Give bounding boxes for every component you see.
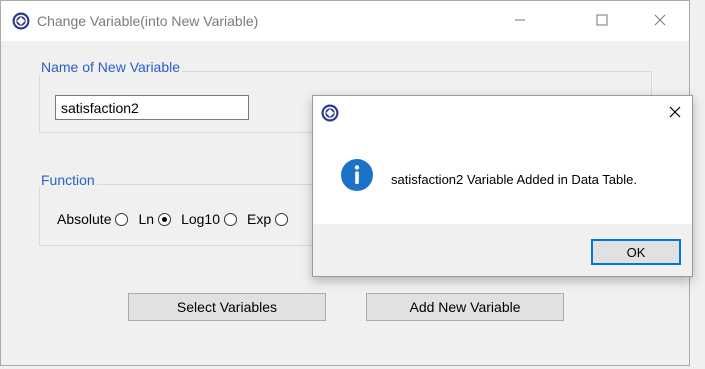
- radio-exp-label: Exp: [247, 211, 272, 227]
- function-radio-row: Absolute Ln Log10 Exp: [57, 211, 298, 227]
- title-bar: Change Variable(into New Variable): [1, 1, 689, 41]
- info-icon: [340, 158, 374, 192]
- select-variables-button[interactable]: Select Variables: [128, 293, 326, 321]
- maximize-button[interactable]: [573, 1, 631, 41]
- radio-exp-circle[interactable]: [275, 212, 289, 226]
- app-icon: [321, 104, 339, 122]
- window-title: Change Variable(into New Variable): [37, 13, 259, 29]
- radio-absolute[interactable]: Absolute: [57, 211, 129, 227]
- minimize-button[interactable]: [491, 1, 549, 41]
- ok-button[interactable]: OK: [591, 239, 681, 265]
- new-variable-name-input[interactable]: [55, 95, 249, 120]
- radio-absolute-circle[interactable]: [115, 212, 129, 226]
- radio-exp[interactable]: Exp: [247, 211, 289, 227]
- name-group-legend: Name of New Variable: [39, 59, 183, 75]
- radio-ln-circle[interactable]: [158, 212, 172, 226]
- maximize-icon: [596, 14, 608, 29]
- dialog-close-button[interactable]: [664, 102, 686, 124]
- info-message-dialog: satisfaction2 Variable Added in Data Tab…: [312, 95, 693, 277]
- radio-log10-label: Log10: [181, 211, 220, 227]
- close-icon: [669, 106, 681, 121]
- radio-log10[interactable]: Log10: [181, 211, 237, 227]
- minimize-icon: [514, 14, 526, 29]
- app-icon: [12, 12, 30, 30]
- radio-absolute-label: Absolute: [57, 211, 112, 227]
- close-icon: [654, 14, 666, 29]
- radio-ln[interactable]: Ln: [138, 211, 172, 227]
- radio-ln-label: Ln: [138, 211, 155, 227]
- close-button[interactable]: [631, 1, 689, 41]
- radio-log10-circle[interactable]: [224, 212, 237, 226]
- dialog-message: satisfaction2 Variable Added in Data Tab…: [391, 172, 637, 187]
- add-new-variable-button[interactable]: Add New Variable: [366, 293, 564, 321]
- function-group-legend: Function: [39, 172, 97, 188]
